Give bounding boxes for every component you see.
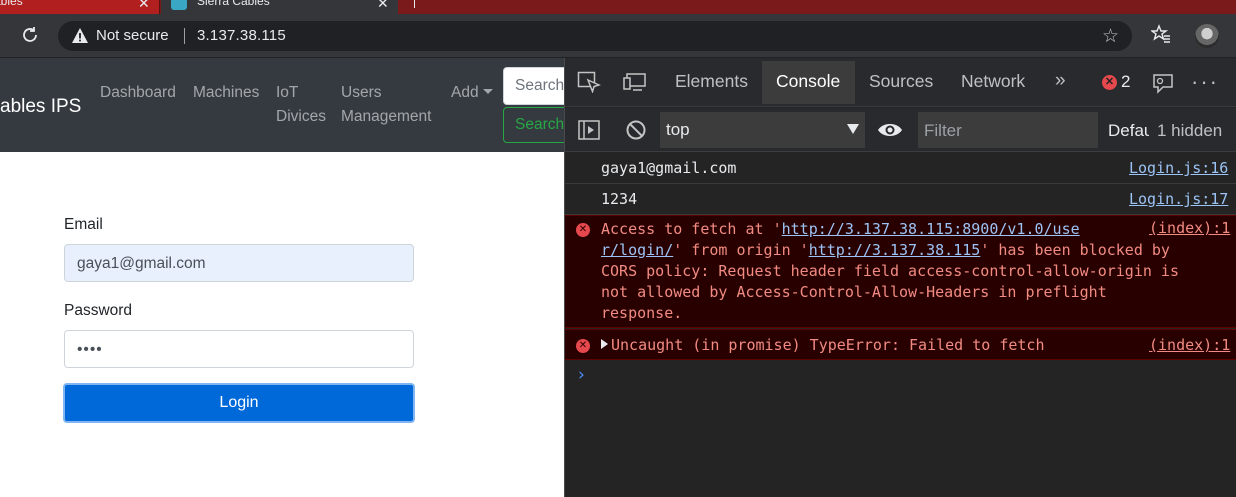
dropdown-arrow-icon	[847, 124, 859, 134]
console-prompt-icon[interactable]: ›	[578, 365, 585, 385]
console-message: gaya1@gmail.com Login.js:16	[565, 153, 1236, 184]
reload-icon[interactable]	[20, 25, 40, 47]
sidebar-toggle-icon[interactable]	[578, 120, 600, 140]
browser-tab-strip: ables ✕ Sierra Cables ✕	[0, 0, 1236, 14]
tab-elements[interactable]: Elements	[675, 71, 748, 92]
source-link[interactable]: (index):1	[1149, 336, 1230, 354]
context-value: top	[666, 120, 690, 139]
login-button[interactable]: Login	[63, 383, 415, 423]
clear-console-icon[interactable]	[625, 119, 647, 141]
browser-tab[interactable]: ables ✕	[0, 0, 160, 14]
request-url-link[interactable]: http://3.137.38.115:8900/v1.0/use	[782, 220, 1080, 238]
tab-separator	[414, 0, 415, 8]
web-page: ables IPS Dashboard Machines IoT Divices…	[0, 58, 564, 497]
caret-down-icon	[482, 89, 493, 94]
log-levels-dropdown[interactable]: Default levels	[1108, 121, 1149, 141]
search-button[interactable]: Search	[503, 107, 564, 143]
address-bar[interactable]: Not secure 3.137.38.115 ☆	[58, 21, 1132, 51]
email-field[interactable]: gaya1@gmail.com	[64, 244, 414, 282]
avatar[interactable]	[1195, 24, 1219, 48]
console-output: gaya1@gmail.com Login.js:16 1234 Login.j…	[565, 153, 1236, 497]
divider	[184, 28, 185, 44]
star-icon[interactable]: ☆	[1102, 25, 1119, 48]
nav-label: Management	[341, 108, 432, 125]
eye-icon[interactable]	[877, 120, 903, 140]
nav-add-dropdown[interactable]: Add	[451, 81, 493, 105]
browser-tab-active[interactable]: Sierra Cables ✕	[161, 0, 398, 14]
message-part: CORS policy: Request header field access…	[601, 262, 1179, 280]
more-tabs-icon[interactable]: »	[1055, 70, 1066, 92]
message-part: Uncaught (in promise) TypeError: Failed …	[611, 336, 1045, 354]
devtools-panel: Elements Console Sources Network » ✕ 2 ·…	[564, 58, 1236, 497]
tab-network[interactable]: Network	[961, 71, 1025, 92]
error-icon: ✕	[576, 223, 590, 237]
expand-arrow-icon[interactable]	[601, 339, 608, 349]
context-selector[interactable]: top	[660, 112, 865, 148]
message-part: Access to fetch at '	[601, 220, 782, 238]
password-field[interactable]: ••••	[64, 330, 414, 368]
tab-title: Sierra Cables	[197, 0, 270, 8]
tab-close-icon[interactable]: ✕	[138, 0, 150, 12]
email-label: Email	[64, 216, 103, 233]
warning-icon[interactable]	[71, 27, 89, 45]
nav-label: Add	[451, 84, 479, 101]
browser-toolbar: Not secure 3.137.38.115 ☆	[0, 14, 1236, 58]
message-text: gaya1@gmail.com	[601, 159, 737, 177]
feedback-icon[interactable]	[1150, 72, 1176, 96]
inspect-element-icon[interactable]	[577, 71, 602, 94]
navbar: ables IPS Dashboard Machines IoT Divices…	[0, 58, 564, 152]
source-link[interactable]: Login.js:16	[1129, 159, 1228, 177]
tab-title: ables	[0, 0, 23, 8]
devtools-tab-bar: Elements Console Sources Network » ✕ 2 ·…	[565, 58, 1236, 107]
message-part: ' has been blocked by	[980, 241, 1170, 259]
error-count[interactable]: 2	[1121, 72, 1130, 92]
more-options-icon[interactable]: ···	[1191, 69, 1219, 95]
tab-console[interactable]: Console	[762, 61, 855, 104]
security-status[interactable]: Not secure	[96, 27, 169, 44]
nav-users-management[interactable]: Users Management	[341, 81, 431, 129]
favorites-icon[interactable]	[1149, 24, 1171, 50]
message-part: ' from origin '	[673, 241, 809, 259]
error-icon: ✕	[576, 339, 590, 353]
nav-machines[interactable]: Machines	[193, 81, 259, 105]
console-error-message[interactable]: ✕ Uncaught (in promise) TypeError: Faile…	[565, 329, 1236, 360]
origin-link[interactable]: http://3.137.38.115	[809, 241, 981, 259]
navbar-brand[interactable]: ables IPS	[0, 96, 81, 118]
error-icon[interactable]: ✕	[1102, 75, 1117, 90]
password-label: Password	[64, 302, 133, 319]
filter-input[interactable]: Filter	[918, 112, 1098, 148]
favicon-icon	[171, 0, 187, 10]
nav-label: Users	[341, 84, 382, 101]
message-part: not allowed by Access-Control-Allow-Head…	[601, 283, 1107, 301]
message-part: response.	[601, 304, 683, 322]
message-text[interactable]: Uncaught (in promise) TypeError: Failed …	[601, 336, 1044, 354]
nav-label: IoT	[276, 84, 299, 101]
url-text[interactable]: 3.137.38.115	[197, 27, 286, 44]
device-toolbar-icon[interactable]	[623, 72, 647, 92]
message-text: 1234	[601, 190, 638, 208]
nav-label: Divices	[276, 108, 326, 125]
console-message: 1234 Login.js:17	[565, 184, 1236, 215]
source-link[interactable]: (index):1	[1149, 219, 1230, 237]
console-toolbar: top Filter Default levels 1 hidden	[565, 108, 1236, 152]
message-text: Access to fetch at 'http://3.137.38.115:…	[601, 219, 1179, 324]
hidden-count[interactable]: 1 hidden	[1157, 121, 1222, 141]
tab-close-icon[interactable]: ✕	[377, 0, 389, 12]
nav-dashboard[interactable]: Dashboard	[100, 81, 176, 105]
console-error-message: ✕ Access to fetch at 'http://3.137.38.11…	[565, 215, 1236, 328]
search-input[interactable]: Search	[503, 67, 564, 105]
tab-sources[interactable]: Sources	[869, 71, 933, 92]
source-link[interactable]: Login.js:17	[1129, 190, 1228, 208]
nav-iot-devices[interactable]: IoT Divices	[276, 81, 326, 129]
request-url-link[interactable]: r/login/	[601, 241, 673, 259]
